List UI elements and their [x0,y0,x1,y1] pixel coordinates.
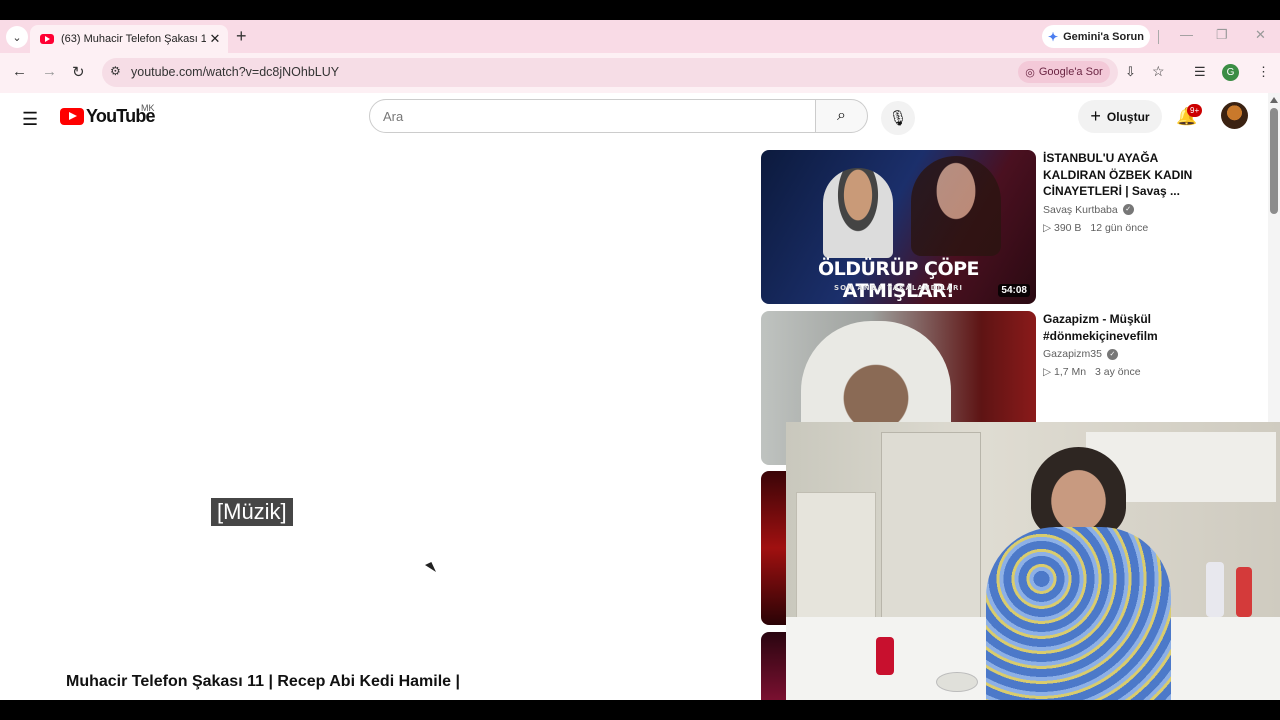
webcam-overlay [786,422,1280,700]
scroll-thumb[interactable] [1270,108,1278,214]
bottle [1206,562,1224,617]
tab-strip: ⌄ (63) Muhacir Telefon Şakası 11 | ✕ + ✦… [0,20,1280,53]
avatar[interactable] [1221,102,1248,129]
youtube-play-icon [60,108,84,125]
window-close-icon[interactable]: ✕ [1255,27,1266,43]
star-icon[interactable]: ☆ [1152,63,1165,80]
bottle [1236,567,1252,617]
person-head [1031,447,1126,537]
country-code: MK [141,103,155,113]
thumbnail-woman-figure [911,156,1001,256]
tab-search-icon[interactable]: ⌄ [6,26,28,48]
search-button[interactable]: ⌕ [815,99,868,133]
restore-icon[interactable]: ❐ [1216,27,1228,43]
recommendation-item[interactable]: ÖLDÜRÜP ÇÖPE ATMIŞLAR! SON ANDA YAKALAND… [761,150,1261,304]
back-icon[interactable]: ← [12,63,27,80]
lens-icon: ◎ [1025,66,1035,79]
channel-label: Gazapizm35 [1043,348,1102,360]
thumbnail-man-figure [823,168,893,258]
video-meta: ▷ 390 B 12 gün önce [1043,222,1193,234]
browser-toolbar: ← → ↻ ⚙ youtube.com/watch?v=dc8jNOhbLUY … [0,53,1280,93]
view-count: 1,7 Mn [1054,366,1087,378]
profile-avatar[interactable]: G [1222,64,1239,81]
forward-icon[interactable]: → [42,63,57,80]
new-tab-icon[interactable]: + [236,26,247,47]
video-thumbnail[interactable] [761,632,786,700]
close-icon[interactable]: ✕ [206,31,224,47]
browser-window: ⌄ (63) Muhacir Telefon Şakası 11 | ✕ + ✦… [0,20,1280,700]
channel-name[interactable]: Savaş Kurtbaba ✓ [1043,204,1193,216]
create-label: Oluştur [1106,109,1150,124]
search-placeholder: Ara [383,109,404,124]
address-bar[interactable]: ⚙ youtube.com/watch?v=dc8jNOhbLUY ◎ Goog… [102,58,1165,87]
plus-icon: + [1090,106,1101,126]
gemini-button[interactable]: ✦ Gemini'a Sorun [1042,25,1150,48]
views-icon: ▷ [1043,366,1052,378]
video-info: İSTANBUL'U AYAĞA KALDIRAN ÖZBEK KADIN Cİ… [1043,150,1193,234]
channel-label: Savaş Kurtbaba [1043,203,1118,216]
thumbnail-headline: ÖLDÜRÜP ÇÖPE ATMIŞLAR! [817,258,980,302]
verified-icon: ✓ [1122,204,1134,215]
site-info-icon[interactable]: ⚙ [110,64,121,78]
upload-age: 3 ay önce [1095,366,1141,378]
view-count: 390 B [1054,221,1082,234]
youtube-favicon-icon [40,34,54,44]
gemini-label: Gemini'a Sorun [1063,30,1144,43]
url-text[interactable]: youtube.com/watch?v=dc8jNOhbLUY [131,65,339,79]
video-thumbnail[interactable] [761,471,786,625]
kebab-icon[interactable]: ⋮ [1257,64,1270,80]
video-meta: ▷ 1,7 Mn 3 ay önce [1043,366,1193,378]
video-title[interactable]: İSTANBUL'U AYAĞA KALDIRAN ÖZBEK KADIN Cİ… [1043,150,1193,200]
scroll-up-icon[interactable] [1270,97,1278,103]
thumbnail-subline: SON ANDA YAKALANDILARI [834,284,963,292]
upload-age: 12 gün önce [1090,221,1149,234]
verified-icon: ✓ [1106,348,1118,360]
subtitle-caption: [Müzik] [211,498,293,526]
gemini-spark-icon: ✦ [1048,29,1059,44]
soda-can [876,637,894,675]
video-info: Gazapizm - Müşkül #dönmekiçinevefilm Gaz… [1043,311,1193,378]
video-title: Muhacir Telefon Şakası 11 | Recep Abi Ke… [66,673,460,690]
install-icon[interactable]: ⇩ [1125,64,1136,80]
reload-icon[interactable]: ↻ [72,63,85,81]
views-icon: ▷ [1043,221,1052,234]
menu-icon[interactable]: ☰ [22,109,38,130]
notification-badge: 9+ [1187,104,1203,117]
video-thumbnail[interactable]: ÖLDÜRÜP ÇÖPE ATMIŞLAR! SON ANDA YAKALAND… [761,150,1036,304]
video-title[interactable]: Gazapizm - Müşkül #dönmekiçinevefilm [1043,311,1193,344]
ashtray [936,672,978,692]
person-shirt [986,527,1171,700]
minimize-icon[interactable]: — [1180,27,1193,42]
video-player[interactable] [0,143,760,673]
search-input[interactable]: Ara [369,99,816,133]
ask-google-label: Google'a Sor [1038,66,1103,78]
tab-active[interactable]: (63) Muhacir Telefon Şakası 11 | ✕ [30,25,228,53]
media-icon[interactable]: ☰ [1194,64,1206,80]
mic-icon[interactable]: 🎙 [881,101,915,135]
search-icon: ⌕ [837,107,846,124]
channel-name[interactable]: Gazapizm35 ✓ [1043,348,1193,360]
ask-google-button[interactable]: ◎ Google'a Sor [1018,61,1110,83]
duration-badge: 54:08 [998,284,1030,297]
create-button[interactable]: + Oluştur [1078,100,1162,133]
youtube-header: ☰ YouTube MK Ara ⌕ 🎙 + Oluştur 🔔 9+ [0,93,1268,143]
divider [1158,30,1159,44]
tab-title: (63) Muhacir Telefon Şakası 11 | [61,33,206,45]
